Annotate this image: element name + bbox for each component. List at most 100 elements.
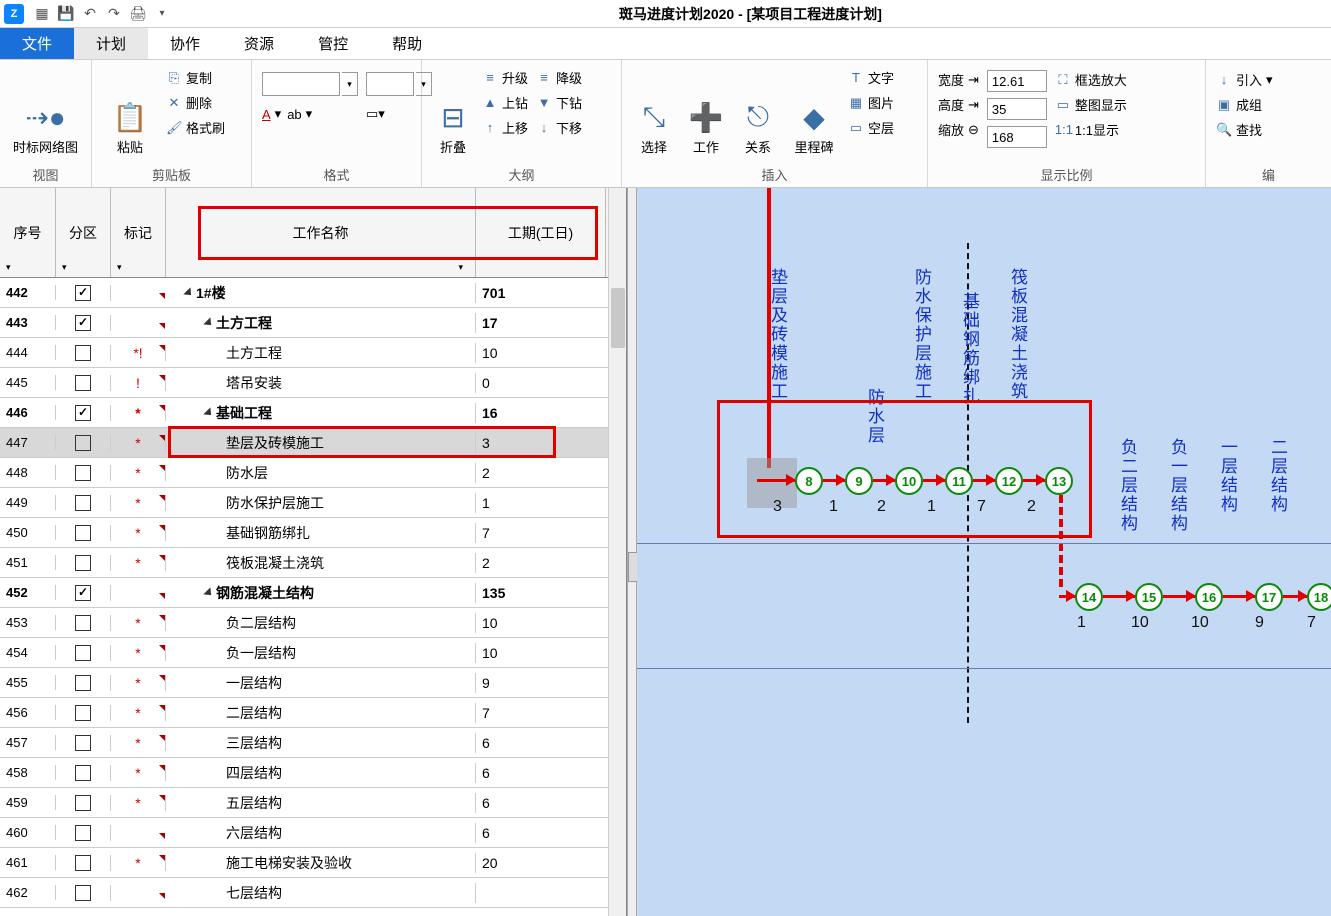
- cell-name[interactable]: 塔吊安装: [166, 373, 476, 393]
- milestone-button[interactable]: ◆里程碑: [784, 64, 844, 160]
- cell-duration[interactable]: 135: [476, 585, 606, 601]
- checkbox[interactable]: [75, 345, 91, 361]
- checkbox[interactable]: [75, 555, 91, 571]
- cell-name[interactable]: 负一层结构: [166, 643, 476, 663]
- table-row[interactable]: 460六层结构6: [0, 818, 626, 848]
- node-12[interactable]: 12: [995, 467, 1023, 495]
- font-color-button[interactable]: A▾: [262, 106, 281, 122]
- table-row[interactable]: 459*五层结构6: [0, 788, 626, 818]
- cell-zone[interactable]: [56, 555, 111, 571]
- table-row[interactable]: 453*负二层结构10: [0, 608, 626, 638]
- text-button[interactable]: T文字: [848, 68, 894, 87]
- cell-duration[interactable]: 1: [476, 495, 606, 511]
- promote-button[interactable]: ≡升级: [482, 68, 528, 87]
- work-button[interactable]: ➕工作: [680, 64, 732, 160]
- tab-control[interactable]: 管控: [296, 28, 370, 59]
- checkbox[interactable]: [75, 285, 91, 301]
- group-button[interactable]: ▣成组: [1216, 95, 1273, 114]
- line-color-picker[interactable]: [366, 72, 414, 96]
- cell-duration[interactable]: 7: [476, 705, 606, 721]
- qat-dropdown-icon[interactable]: ▾: [152, 4, 172, 24]
- table-row[interactable]: 457*三层结构6: [0, 728, 626, 758]
- table-row[interactable]: 4421#楼701: [0, 278, 626, 308]
- cell-zone[interactable]: [56, 675, 111, 691]
- cell-duration[interactable]: 0: [476, 375, 606, 391]
- table-row[interactable]: 454*负一层结构10: [0, 638, 626, 668]
- checkbox[interactable]: [75, 585, 91, 601]
- checkbox[interactable]: [75, 375, 91, 391]
- cell-duration[interactable]: 2: [476, 465, 606, 481]
- cell-name[interactable]: 土方工程: [166, 313, 476, 333]
- col-name[interactable]: 工作名称▾: [166, 188, 476, 277]
- cell-duration[interactable]: 20: [476, 855, 606, 871]
- cell-duration[interactable]: 16: [476, 405, 606, 421]
- col-mark[interactable]: 标记▾: [111, 188, 166, 277]
- cell-name[interactable]: 负二层结构: [166, 613, 476, 633]
- checkbox[interactable]: [75, 645, 91, 661]
- table-row[interactable]: 461*施工电梯安装及验收20: [0, 848, 626, 878]
- boxzoom-button[interactable]: ⛶框选放大: [1055, 70, 1127, 89]
- save-icon[interactable]: 💾: [56, 4, 76, 24]
- cell-duration[interactable]: 7: [476, 525, 606, 541]
- relation-button[interactable]: ⎋关系: [732, 64, 784, 160]
- node-14[interactable]: 14: [1075, 583, 1103, 611]
- checkbox[interactable]: [75, 675, 91, 691]
- cell-name[interactable]: 防水保护层施工: [166, 493, 476, 513]
- node-11[interactable]: 11: [945, 467, 973, 495]
- import-button[interactable]: ↓引入 ▾: [1216, 70, 1273, 89]
- collapse-icon[interactable]: [203, 407, 214, 418]
- checkbox[interactable]: [75, 855, 91, 871]
- checkbox[interactable]: [75, 825, 91, 841]
- cell-name[interactable]: 二层结构: [166, 703, 476, 723]
- cell-zone[interactable]: [56, 885, 111, 901]
- cell-zone[interactable]: [56, 285, 111, 301]
- node-13[interactable]: 13: [1045, 467, 1073, 495]
- width-input[interactable]: [987, 70, 1047, 92]
- cell-name[interactable]: 五层结构: [166, 793, 476, 813]
- cell-duration[interactable]: 6: [476, 825, 606, 841]
- node-10[interactable]: 10: [895, 467, 923, 495]
- table-row[interactable]: 446*基础工程16: [0, 398, 626, 428]
- cell-name[interactable]: 基础工程: [166, 403, 476, 423]
- checkbox[interactable]: [75, 765, 91, 781]
- cell-duration[interactable]: 10: [476, 345, 606, 361]
- new-icon[interactable]: ▦: [32, 4, 52, 24]
- collapse-icon[interactable]: [183, 287, 194, 298]
- cell-name[interactable]: 三层结构: [166, 733, 476, 753]
- cell-zone[interactable]: [56, 525, 111, 541]
- collapse-icon[interactable]: [203, 317, 214, 328]
- col-zone[interactable]: 分区▾: [56, 188, 111, 277]
- cell-zone[interactable]: [56, 765, 111, 781]
- cell-name[interactable]: 施工电梯安装及验收: [166, 853, 476, 873]
- checkbox[interactable]: [75, 885, 91, 901]
- view-type-button[interactable]: ⇢●时标网络图: [6, 64, 85, 160]
- cell-name[interactable]: 四层结构: [166, 763, 476, 783]
- node-9[interactable]: 9: [845, 467, 873, 495]
- select-button[interactable]: ⤡选择: [628, 64, 680, 160]
- demote-button[interactable]: ≡降级: [536, 68, 582, 87]
- fill-color-picker[interactable]: [262, 72, 340, 96]
- cell-zone[interactable]: [56, 465, 111, 481]
- cell-duration[interactable]: 701: [476, 285, 606, 301]
- moveup-button[interactable]: ↑上移: [482, 118, 528, 137]
- cell-zone[interactable]: [56, 345, 111, 361]
- cell-duration[interactable]: 6: [476, 735, 606, 751]
- formatpainter-button[interactable]: 🖌格式刷: [166, 118, 225, 137]
- cell-zone[interactable]: [56, 495, 111, 511]
- collapse-icon[interactable]: [203, 587, 214, 598]
- cell-name[interactable]: 防水层: [166, 463, 476, 483]
- table-row[interactable]: 448*防水层2: [0, 458, 626, 488]
- find-button[interactable]: 🔍查找: [1216, 120, 1273, 139]
- movedown-button[interactable]: ↓下移: [536, 118, 582, 137]
- node-17[interactable]: 17: [1255, 583, 1283, 611]
- redo-icon[interactable]: ↷: [104, 4, 124, 24]
- vertical-scrollbar[interactable]: [608, 188, 626, 916]
- cell-zone[interactable]: [56, 315, 111, 331]
- node-16[interactable]: 16: [1195, 583, 1223, 611]
- table-row[interactable]: 455*一层结构9: [0, 668, 626, 698]
- cell-duration[interactable]: 10: [476, 645, 606, 661]
- cell-zone[interactable]: [56, 705, 111, 721]
- cell-name[interactable]: 垫层及砖模施工: [166, 433, 476, 453]
- table-row[interactable]: 444*!土方工程10: [0, 338, 626, 368]
- checkbox[interactable]: [75, 465, 91, 481]
